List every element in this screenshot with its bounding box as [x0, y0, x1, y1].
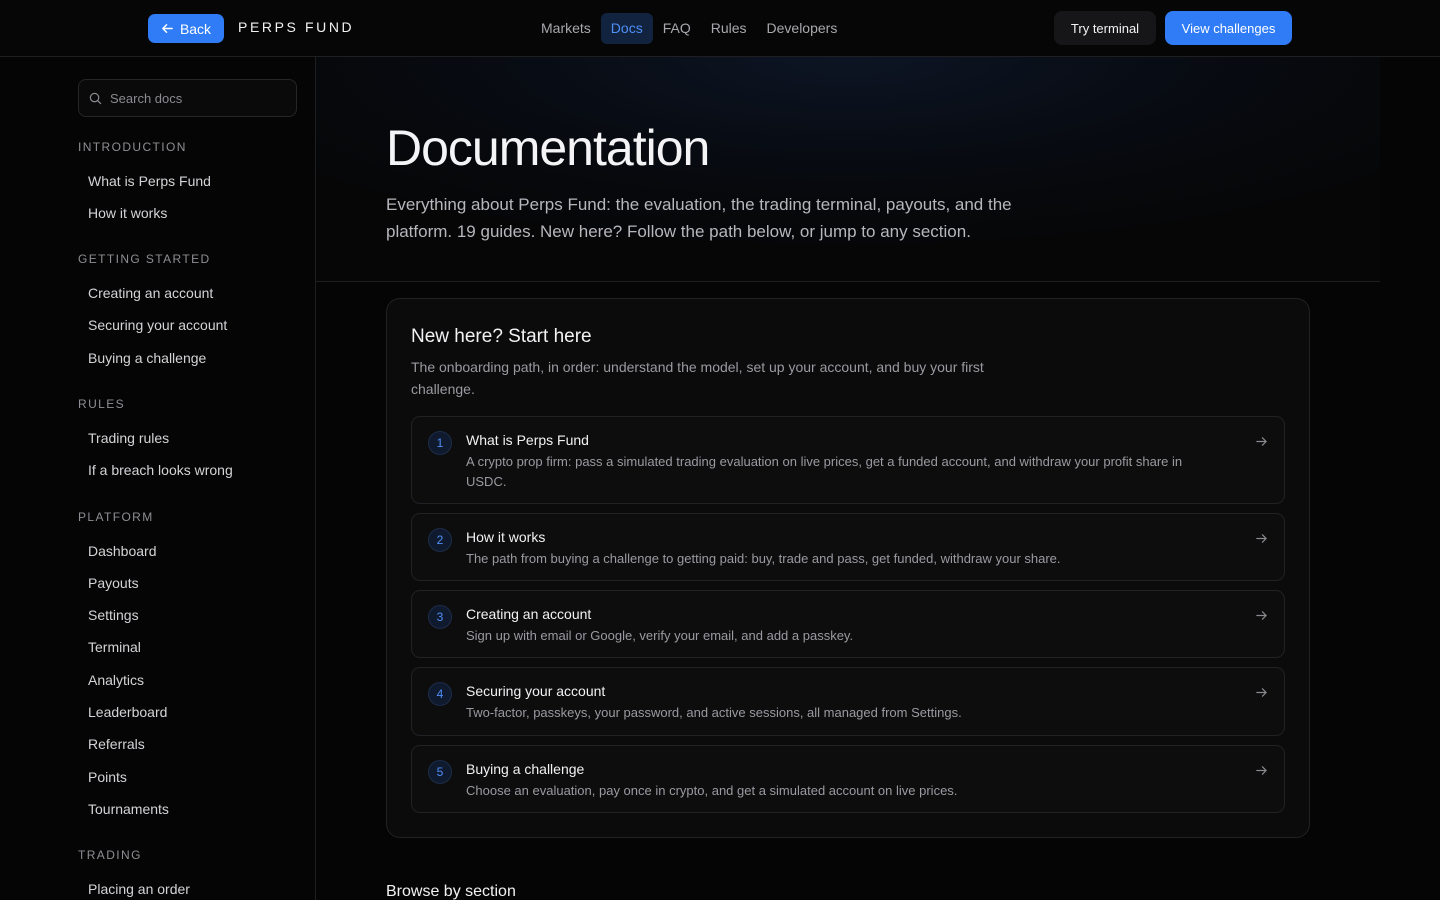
nav-markets[interactable]: Markets [531, 13, 601, 44]
sidebar-item-points[interactable]: Points [78, 763, 297, 791]
page-title: Documentation [386, 120, 710, 176]
section-heading-getting-started: GETTING STARTED [78, 252, 211, 266]
sidebar-item-settings[interactable]: Settings [78, 601, 297, 629]
step-description: Two-factor, passkeys, your password, and… [466, 705, 962, 720]
onboarding-step[interactable]: 1 What is Perps Fund A crypto prop firm:… [411, 416, 1285, 504]
main-content: Documentation Everything about Perps Fun… [316, 57, 1380, 900]
step-number: 1 [428, 431, 452, 455]
nav-developers[interactable]: Developers [757, 13, 848, 44]
section-heading-platform: PLATFORM [78, 510, 154, 524]
step-number: 4 [428, 682, 452, 706]
step-number: 2 [428, 528, 452, 552]
onboarding-step[interactable]: 3 Creating an account Sign up with email… [411, 590, 1285, 658]
onboarding-step[interactable]: 5 Buying a challenge Choose an evaluatio… [411, 745, 1285, 813]
sidebar-item-breach-looks-wrong[interactable]: If a breach looks wrong [78, 456, 297, 484]
back-button-label: Back [179, 20, 212, 37]
sidebar-item-dashboard[interactable]: Dashboard [78, 537, 297, 565]
back-button[interactable]: Back [148, 14, 224, 43]
brand-logo[interactable]: PERPS FUND [238, 19, 354, 35]
start-here-title: New here? Start here [411, 326, 592, 347]
hero-section: Documentation Everything about Perps Fun… [316, 57, 1380, 282]
arrow-right-icon [1256, 437, 1267, 446]
start-here-card: New here? Start here The onboarding path… [386, 298, 1310, 838]
sidebar-item-securing-your-account[interactable]: Securing your account [78, 311, 297, 339]
section-heading-rules: RULES [78, 397, 126, 411]
step-description: Sign up with email or Google, verify you… [466, 628, 854, 643]
main-nav: Markets Docs FAQ Rules Developers [531, 13, 847, 44]
arrow-right-icon [1256, 766, 1267, 775]
sidebar-item-how-it-works[interactable]: How it works [78, 199, 297, 227]
step-title: Buying a challenge [466, 761, 585, 777]
search-input[interactable] [110, 90, 280, 106]
onboarding-step[interactable]: 4 Securing your account Two-factor, pass… [411, 667, 1285, 736]
search-icon [89, 92, 102, 104]
step-title: Securing your account [466, 683, 606, 699]
step-title: How it works [466, 529, 546, 545]
sidebar-item-what-is-perps-fund[interactable]: What is Perps Fund [78, 167, 297, 195]
step-title: What is Perps Fund [466, 432, 589, 448]
section-heading-introduction: INTRODUCTION [78, 140, 187, 154]
step-description: The path from buying a challenge to gett… [466, 551, 1061, 566]
sidebar-item-payouts[interactable]: Payouts [78, 569, 297, 597]
arrow-right-icon [1256, 611, 1267, 620]
nav-docs[interactable]: Docs [600, 13, 653, 44]
view-challenges-button[interactable]: View challenges [1165, 11, 1292, 45]
nav-rules[interactable]: Rules [701, 13, 757, 44]
onboarding-step[interactable]: 2 How it works The path from buying a ch… [411, 513, 1285, 581]
step-number: 3 [428, 605, 452, 629]
sidebar-item-terminal[interactable]: Terminal [78, 633, 297, 661]
sidebar-item-leaderboard[interactable]: Leaderboard [78, 698, 297, 726]
section-heading-trading: TRADING [78, 848, 142, 862]
arrow-left-icon [162, 24, 173, 33]
sidebar-item-trading-rules[interactable]: Trading rules [78, 424, 297, 452]
docs-sidebar: INTRODUCTION What is Perps Fund How it w… [0, 57, 316, 900]
try-terminal-button[interactable]: Try terminal [1054, 11, 1156, 45]
sidebar-item-placing-an-order[interactable]: Placing an order [78, 875, 297, 900]
step-description: A crypto prop firm: pass a simulated tra… [466, 454, 1183, 489]
sidebar-item-tournaments[interactable]: Tournaments [78, 795, 297, 823]
nav-faq[interactable]: FAQ [653, 13, 701, 44]
top-bar: Back PERPS FUND Markets Docs FAQ Rules D… [0, 0, 1440, 57]
sidebar-item-referrals[interactable]: Referrals [78, 730, 297, 758]
step-title: Creating an account [466, 606, 592, 622]
search-box[interactable] [78, 79, 297, 117]
page-lead: Everything about Perps Fund: the evaluat… [386, 195, 1012, 241]
arrow-right-icon [1256, 688, 1267, 697]
arrow-right-icon [1256, 534, 1267, 543]
browse-by-section-heading: Browse by section [386, 883, 516, 900]
sidebar-item-buying-a-challenge[interactable]: Buying a challenge [78, 344, 297, 372]
start-here-subtitle: The onboarding path, in order: understan… [411, 359, 984, 397]
sidebar-item-creating-an-account[interactable]: Creating an account [78, 279, 297, 307]
sidebar-item-analytics[interactable]: Analytics [78, 666, 297, 694]
step-number: 5 [428, 760, 452, 784]
step-description: Choose an evaluation, pay once in crypto… [466, 783, 958, 798]
